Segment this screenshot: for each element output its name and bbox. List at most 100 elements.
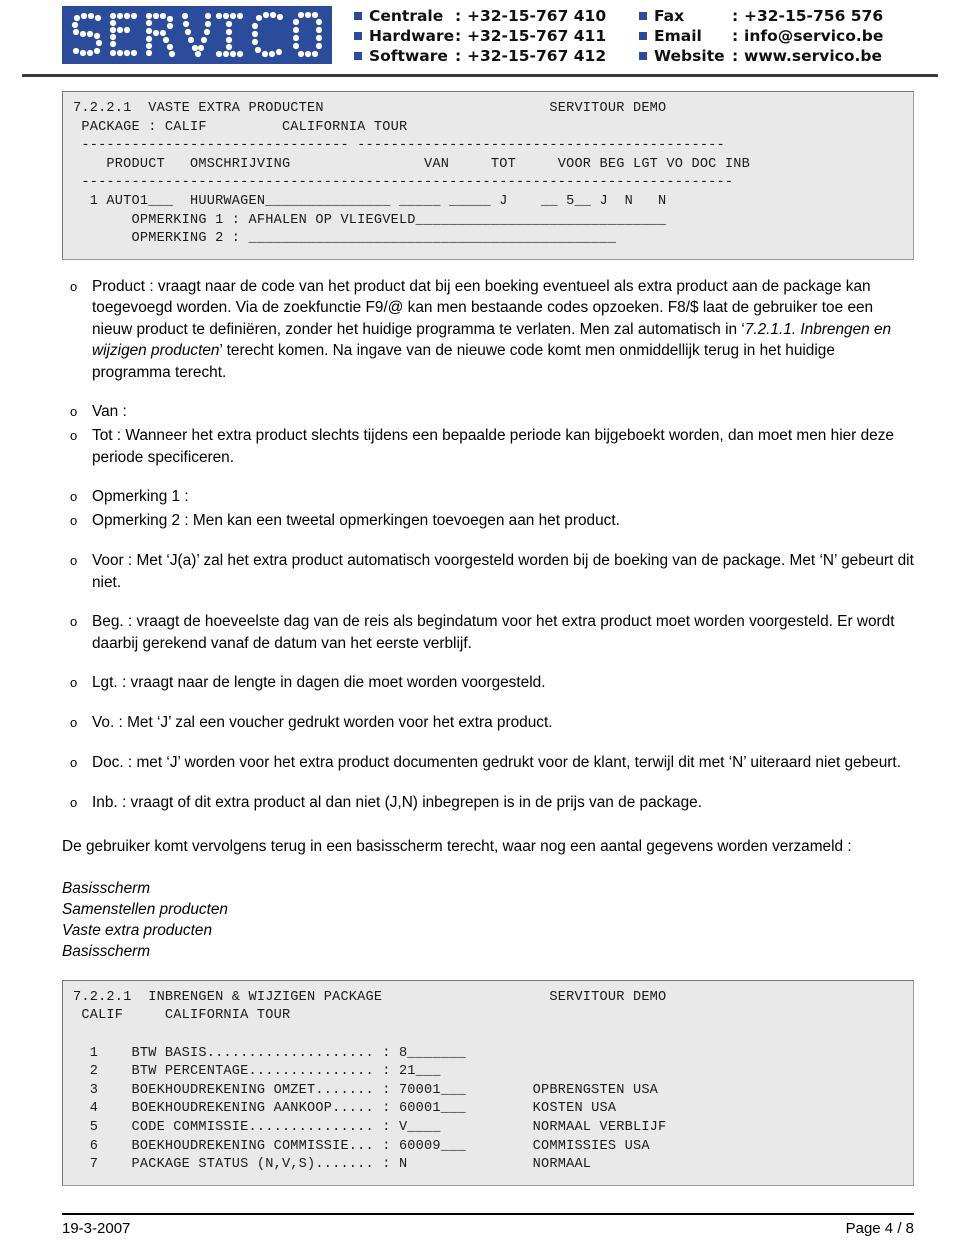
bullet-marker-icon: o [70, 614, 78, 630]
bullet-item: o Lgt. : vraagt naar de lengte in dagen d… [62, 672, 914, 694]
bullet-text: Doc. : met ‘J’ worden voor het extra pro… [92, 752, 914, 774]
contact-label: Software [369, 47, 448, 65]
bullet-text: Inb. : vraagt of dit extra product al da… [92, 792, 914, 814]
bullet-marker-icon: o [70, 795, 78, 811]
terminal-line: CALIF CALIFORNIA TOUR [73, 1008, 291, 1024]
contact-row-email: Email : info@servico.be [639, 26, 883, 46]
bullet-text: Voor : Met ‘J(a)’ zal het extra product … [92, 550, 914, 593]
bullet-square-icon [639, 32, 647, 40]
terminal-line: OPMERKING 1 : AFHALEN OP VLIEGVELD______… [73, 212, 667, 228]
bullet-text: Product : vraagt naar de code van het pr… [92, 276, 914, 384]
bullet-square-icon [354, 52, 362, 60]
bullet-marker-icon: o [70, 553, 78, 569]
closing-paragraph: De gebruiker komt vervolgens terug in ee… [62, 838, 852, 856]
contact-row-hardware: Hardware : +32-15-767 411 [354, 26, 639, 46]
terminal-line: 5 CODE COMMISSIE............... : V____ … [73, 1119, 667, 1135]
servico-dotmatrix-logo-icon [71, 11, 323, 58]
contact-label: Website [654, 47, 725, 65]
bullet-marker-icon: o [70, 428, 78, 444]
contact-separator: : [732, 27, 739, 45]
plain-text: Doc. : met ‘J’ worden voor het extra pro… [92, 754, 901, 772]
contact-row-fax: Fax : +32-15-756 576 [639, 6, 883, 26]
plain-text: Lgt. : vraagt naar de lengte in dagen di… [92, 674, 546, 692]
terminal-line: 7 PACKAGE STATUS (N,V,S)....... : N NORM… [73, 1157, 592, 1173]
contact-info: Centrale : +32-15-767 410 Hardware : +32… [332, 6, 940, 66]
terminal-line: 3 BOEKHOUDREKENING OMZET....... : 70001_… [73, 1082, 659, 1098]
contact-label: Email [654, 27, 702, 45]
bullet-item: o Vo. : Met ‘J’ zal een voucher gedrukt w… [62, 712, 914, 734]
header-divider [22, 74, 938, 77]
contact-row-website: Website : www.servico.be [639, 46, 883, 66]
bullet-item: o Opmerking 1 : [62, 486, 914, 508]
bullet-item: o Tot : Wanneer het extra product slechts… [62, 425, 914, 468]
footer-date: 19-3-2007 [62, 1220, 131, 1237]
contact-value: +32-15-756 576 [744, 7, 884, 25]
bullet-item: o Opmerking 2 : Men kan een tweetal opmer… [62, 510, 914, 532]
bullet-marker-icon: o [70, 278, 78, 294]
contact-row-centrale: Centrale : +32-15-767 410 [354, 6, 639, 26]
terminal-line: PRODUCT OMSCHRIJVING VAN TOT VOOR BEG LG… [73, 156, 750, 172]
document-body: o Product : vraagt naar de code van het p… [0, 276, 960, 962]
terminal-line: 1 AUTO1___ HUURWAGEN_______________ ____… [73, 193, 667, 209]
contact-column-left: Centrale : +32-15-767 410 Hardware : +32… [354, 6, 639, 66]
bullet-item: o Beg. : vraagt de hoeveelste dag van de … [62, 611, 914, 654]
bullet-marker-icon: o [70, 755, 78, 771]
bullet-square-icon [354, 32, 362, 40]
field-description-list: o Product : vraagt naar de code van het p… [62, 276, 914, 815]
contact-value: +32-15-767 411 [467, 27, 607, 45]
plain-text: Van : [92, 403, 127, 421]
terminal-screenshot-inbrengen-wijzigen-package: 7.2.2.1 INBRENGEN & WIJZIGEN PACKAGE SER… [62, 979, 914, 1186]
bullet-item: o Doc. : met ‘J’ worden voor het extra pr… [62, 752, 914, 774]
contact-separator: : [455, 27, 462, 45]
contact-column-right: Fax : +32-15-756 576 Email : info@servic… [639, 6, 883, 66]
plain-text: Voor : Met ‘J(a)’ zal het extra product … [92, 552, 914, 591]
terminal-line: 1 BTW BASIS.................... : 8_____… [73, 1045, 466, 1061]
bullet-text: Opmerking 1 : [92, 486, 914, 508]
bullet-item: o Voor : Met ‘J(a)’ zal het extra product… [62, 550, 914, 593]
bullet-marker-icon: o [70, 715, 78, 731]
terminal-line: PACKAGE : CALIF CALIFORNIA TOUR [73, 119, 408, 135]
terminal-line: 7.2.2.1 VASTE EXTRA PRODUCTEN SERVITOUR … [73, 101, 667, 116]
contact-label: Hardware [369, 27, 455, 45]
contact-label: Fax [654, 7, 685, 25]
bullet-text: Beg. : vraagt de hoeveelste dag van de r… [92, 611, 914, 654]
contact-separator: : [455, 7, 462, 25]
footer-divider [62, 1213, 914, 1215]
screen-flow-item: Vaste extra producten [62, 921, 213, 939]
bullet-marker-icon: o [70, 513, 78, 529]
contact-value[interactable]: info@servico.be [744, 26, 883, 46]
plain-text: Opmerking 2 : Men kan een tweetal opmerk… [92, 512, 620, 530]
terminal-line: OPMERKING 2 : __________________________… [73, 231, 617, 247]
contact-value[interactable]: www.servico.be [744, 46, 882, 66]
plain-text: Inb. : vraagt of dit extra product al da… [92, 794, 702, 812]
terminal-line: -------------------------------- -------… [73, 138, 725, 154]
contact-value: +32-15-767 412 [467, 47, 607, 65]
screen-flow-list: Basisscherm Samenstellen producten Vaste e… [62, 878, 914, 962]
servico-logo [62, 6, 332, 64]
terminal-line: 7.2.2.1 INBRENGEN & WIJZIGEN PACKAGE SER… [73, 989, 667, 1005]
screen-flow-item: Basisscherm [62, 879, 151, 897]
terminal-line: 2 BTW PERCENTAGE............... : 21___ [73, 1064, 441, 1080]
terminal-line: ----------------------------------------… [73, 175, 734, 191]
contact-separator: : [732, 47, 739, 65]
contact-value: +32-15-767 410 [467, 7, 607, 25]
bullet-item: o Van : [62, 401, 914, 423]
bullet-marker-icon: o [70, 489, 78, 505]
bullet-square-icon [639, 52, 647, 60]
footer-page-number: Page 4 / 8 [845, 1220, 914, 1237]
contact-row-software: Software : +32-15-767 412 [354, 46, 639, 66]
bullet-text: Opmerking 2 : Men kan een tweetal opmerk… [92, 510, 914, 532]
terminal-line: 6 BOEKHOUDREKENING COMMISSIE... : 60009_… [73, 1138, 650, 1154]
bullet-text: Vo. : Met ‘J’ zal een voucher gedrukt wo… [92, 712, 914, 734]
plain-text: Beg. : vraagt de hoeveelste dag van de r… [92, 613, 895, 652]
bullet-text: Lgt. : vraagt naar de lengte in dagen di… [92, 672, 914, 694]
terminal-screenshot-vaste-extra-producten: 7.2.2.1 VASTE EXTRA PRODUCTEN SERVITOUR … [62, 91, 914, 260]
bullet-marker-icon: o [70, 675, 78, 691]
plain-text: Tot : Wanneer het extra product slechts … [92, 427, 894, 466]
terminal-line: 4 BOEKHOUDREKENING AANKOOP..... : 60001_… [73, 1101, 617, 1117]
plain-text: Opmerking 1 : [92, 488, 189, 506]
screen-flow-item: Basisscherm [62, 942, 151, 960]
bullet-item: o Inb. : vraagt of dit extra product al d… [62, 792, 914, 814]
bullet-item: o Product : vraagt naar de code van het p… [62, 276, 914, 384]
